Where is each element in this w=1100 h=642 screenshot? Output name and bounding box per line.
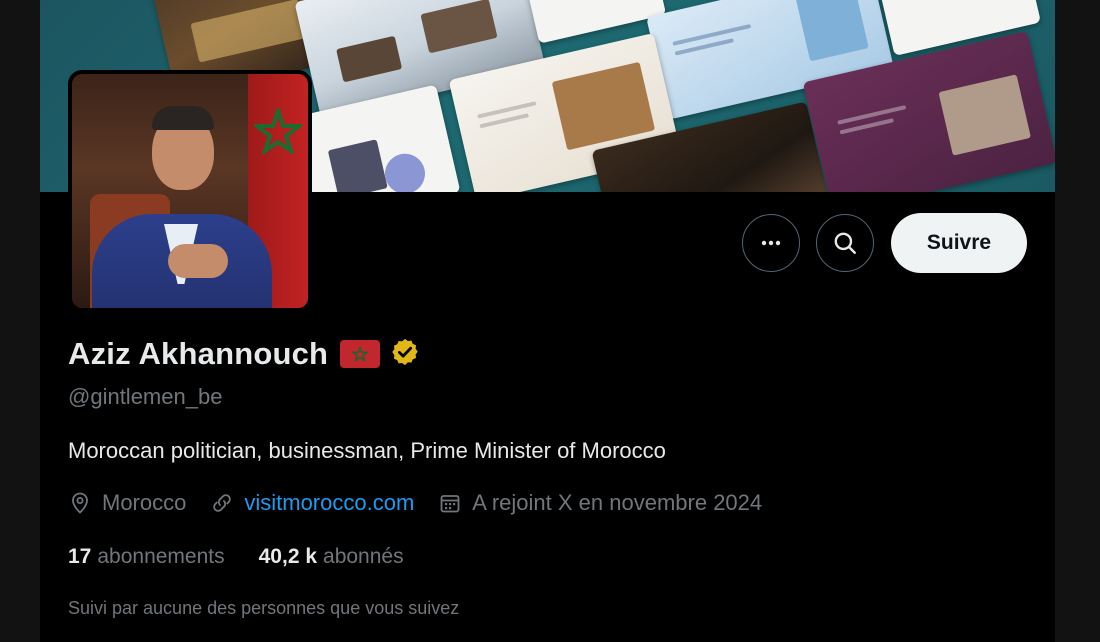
- calendar-icon: [440, 495, 460, 513]
- profile-meta: Morocco visitmorocco.com A rejoint X en …: [68, 490, 786, 516]
- followers-link[interactable]: 40,2 k abonnés: [259, 545, 404, 569]
- profile-bio: Moroccan politician, businessman, Prime …: [68, 438, 666, 463]
- profile-handle: @gintlemen_be: [68, 384, 223, 409]
- following-link[interactable]: 17 abonnements: [68, 545, 225, 569]
- following-label: abonnements: [97, 545, 225, 568]
- location-text: Morocco: [102, 490, 187, 515]
- search-icon: [834, 232, 856, 254]
- following-count: 17: [68, 545, 92, 568]
- location-pin-icon: [72, 492, 88, 514]
- profile-avatar[interactable]: [68, 70, 312, 312]
- followers-count: 40,2 k: [258, 545, 318, 568]
- followers-label: abonnés: [323, 545, 404, 568]
- website-item[interactable]: visitmorocco.com: [210, 490, 414, 516]
- website-link[interactable]: visitmorocco.com: [244, 490, 414, 516]
- name-row: Aziz Akhannouch: [68, 336, 420, 372]
- profile-page: Suivre Aziz Akhannouch @gintlemen_be Mor…: [40, 0, 1055, 642]
- star-icon: [254, 108, 302, 154]
- search-profile-button[interactable]: [816, 214, 874, 272]
- joined-date: A rejoint X en novembre 2024: [472, 490, 763, 515]
- banner-tile: [289, 84, 461, 192]
- link-icon: [213, 494, 232, 512]
- follow-button[interactable]: Suivre: [891, 213, 1027, 273]
- location-item: Morocco: [68, 490, 186, 516]
- profile-stats: 17 abonnements 40,2 k abonnés: [68, 545, 438, 569]
- joined-item: A rejoint X en novembre 2024: [438, 490, 762, 516]
- followed-by-text: Suivi par aucune des personnes que vous …: [68, 598, 460, 618]
- morocco-flag-icon: [340, 340, 381, 368]
- more-options-button[interactable]: [742, 214, 800, 272]
- verified-badge-icon[interactable]: [390, 337, 420, 372]
- ellipsis-icon: [761, 240, 781, 246]
- display-name: Aziz Akhannouch: [68, 336, 329, 371]
